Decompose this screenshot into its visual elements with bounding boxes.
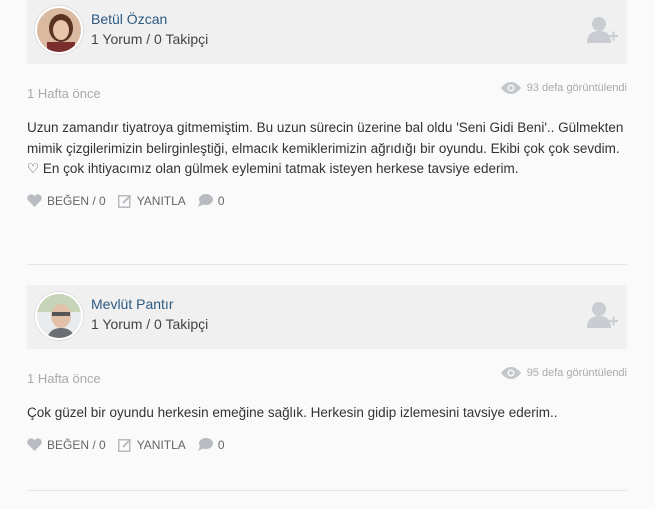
- eye-icon: [500, 82, 521, 94]
- comment-card: Mevlüt Pantır 1 Yorum / 0 Takipçi 1 Haft…: [27, 285, 627, 452]
- divider: [27, 490, 627, 491]
- speech-bubble-icon: [197, 194, 213, 207]
- like-label: BEĞEN / 0: [47, 193, 106, 208]
- comment-meta: 1 Hafta önce 93 defa görüntülendi: [27, 64, 627, 104]
- comment-text: Çok güzel bir oyundu herkesin emeğine sa…: [27, 405, 558, 420]
- user-bar: Betül Özcan 1 Yorum / 0 Takipçi: [27, 0, 627, 64]
- follow-user-icon[interactable]: [587, 301, 619, 329]
- edit-icon: [117, 438, 131, 452]
- follow-user-icon[interactable]: [587, 16, 619, 44]
- reply-label: YANITLA: [136, 437, 186, 452]
- comment-count-button[interactable]: 0: [197, 193, 225, 208]
- user-stats: 1 Yorum / 0 Takipçi: [91, 316, 209, 332]
- heart-icon: [27, 194, 42, 207]
- reply-button[interactable]: YANITLA: [117, 193, 186, 208]
- view-count-label: 95 defa görüntülendi: [526, 367, 627, 379]
- comment-text: Uzun zamandır tiyatroya gitmemiştim. Bu …: [27, 120, 624, 176]
- user-name[interactable]: Betül Özcan: [91, 11, 167, 27]
- comment-time: 1 Hafta önce: [27, 86, 101, 101]
- like-button[interactable]: BEĞEN / 0: [27, 194, 106, 208]
- like-label: BEĞEN / 0: [47, 437, 106, 452]
- edit-icon: [117, 194, 131, 208]
- avatar[interactable]: [35, 292, 83, 340]
- view-count: 95 defa görüntülendi: [500, 367, 627, 379]
- comment-count: 0: [217, 437, 225, 452]
- comment-card: Betül Özcan 1 Yorum / 0 Takipçi 1 Hafta …: [27, 0, 627, 208]
- view-count-label: 93 defa görüntülendi: [526, 82, 627, 94]
- user-stats: 1 Yorum / 0 Takipçi: [91, 31, 209, 47]
- comment-count-button[interactable]: 0: [197, 437, 225, 452]
- eye-icon: [500, 367, 521, 379]
- speech-bubble-icon: [197, 438, 213, 451]
- divider: [27, 264, 627, 265]
- comment-meta: 1 Hafta önce 95 defa görüntülendi: [27, 349, 627, 389]
- comment-actions: BEĞEN / 0 YANITLA 0: [27, 438, 627, 452]
- comment-actions: BEĞEN / 0 YANITLA 0: [27, 194, 627, 208]
- like-button[interactable]: BEĞEN / 0: [27, 438, 106, 452]
- user-bar: Mevlüt Pantır 1 Yorum / 0 Takipçi: [27, 285, 627, 349]
- user-name[interactable]: Mevlüt Pantır: [91, 296, 173, 312]
- comment-count: 0: [217, 193, 225, 208]
- avatar[interactable]: [35, 6, 83, 54]
- reply-button[interactable]: YANITLA: [117, 437, 186, 452]
- reply-label: YANITLA: [136, 193, 186, 208]
- comment-time: 1 Hafta önce: [27, 371, 101, 386]
- view-count: 93 defa görüntülendi: [500, 82, 627, 94]
- heart-icon: [27, 438, 42, 451]
